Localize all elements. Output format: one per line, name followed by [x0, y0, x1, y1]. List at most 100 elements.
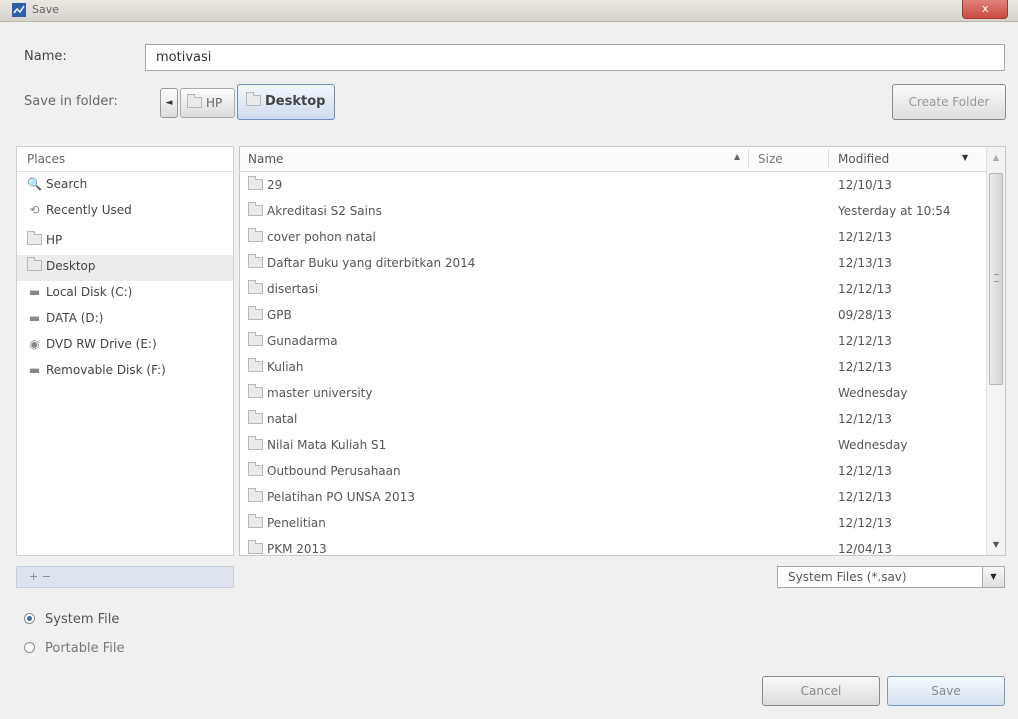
- name-label: Name:: [24, 49, 67, 64]
- file-row[interactable]: Nilai Mata Kuliah S1 Wednesday: [240, 433, 986, 459]
- left-arrow-icon: ◄: [165, 98, 173, 108]
- file-row[interactable]: Outbound Perusahaan 12/12/13: [240, 459, 986, 485]
- file-name-text: PKM 2013: [267, 542, 327, 556]
- file-name-text: disertasi: [267, 282, 319, 296]
- file-modified: 12/12/13: [838, 516, 892, 530]
- file-name: Outbound Perusahaan: [248, 462, 401, 478]
- place-label: Local Disk (C:): [46, 285, 133, 299]
- file-row[interactable]: master university Wednesday: [240, 381, 986, 407]
- file-row[interactable]: Akreditasi S2 Sains Yesterday at 10:54: [240, 199, 986, 225]
- place-label: Removable Disk (F:): [46, 363, 166, 377]
- create-folder-button[interactable]: Create Folder: [892, 84, 1006, 120]
- optical-drive-icon: ◉: [29, 337, 40, 351]
- file-row[interactable]: Gunadarma 12/12/13: [240, 329, 986, 355]
- places-add-remove-bar[interactable]: + −: [16, 566, 234, 588]
- file-name: Kuliah: [248, 358, 304, 374]
- sort-descending-icon: ▼: [962, 153, 969, 162]
- close-icon: x: [982, 2, 989, 15]
- file-name-text: Akreditasi S2 Sains: [267, 204, 382, 218]
- file-name-text: cover pohon natal: [267, 230, 376, 244]
- path-back-button[interactable]: ◄: [160, 88, 178, 118]
- radio-portable-file[interactable]: Portable File: [24, 641, 125, 661]
- close-button[interactable]: x: [962, 0, 1008, 19]
- folder-icon: [248, 358, 263, 372]
- folder-icon: [248, 228, 263, 242]
- folder-icon: [187, 94, 202, 108]
- place-item[interactable]: ▬ DATA (D:): [17, 307, 233, 333]
- folder-icon: [248, 384, 263, 398]
- folder-icon: [248, 202, 263, 216]
- breadcrumb-hp[interactable]: HP: [180, 88, 235, 118]
- place-item[interactable]: 🔍 Search: [17, 173, 233, 199]
- file-row[interactable]: 29 12/10/13: [240, 173, 986, 199]
- scroll-up-icon[interactable]: ▲: [987, 147, 1005, 169]
- save-in-folder-label: Save in folder:: [24, 94, 118, 109]
- place-label: HP: [46, 233, 63, 247]
- place-item[interactable]: ⟲ Recently Used: [17, 199, 233, 225]
- place-label: DVD RW Drive (E:): [46, 337, 157, 351]
- folder-icon: [248, 436, 263, 450]
- place-item[interactable]: ▬ Removable Disk (F:): [17, 359, 233, 385]
- vertical-scrollbar[interactable]: ▲ ▼: [986, 147, 1005, 555]
- radio-system-file[interactable]: System File: [24, 612, 119, 632]
- file-name: 29: [248, 176, 283, 192]
- column-modified[interactable]: Modified: [838, 152, 889, 166]
- file-name: PKM 2013: [248, 540, 327, 556]
- drive-icon: ▬: [28, 311, 41, 325]
- file-modified: 12/12/13: [838, 230, 892, 244]
- place-item[interactable]: ▬ Local Disk (C:): [17, 281, 233, 307]
- file-row[interactable]: PKM 2013 12/04/13: [240, 537, 986, 563]
- file-name: disertasi: [248, 280, 319, 296]
- place-item[interactable]: HP: [17, 229, 233, 255]
- save-button[interactable]: Save: [887, 676, 1005, 706]
- scroll-down-icon[interactable]: ▼: [987, 535, 1005, 555]
- file-list-panel: Name ▲ Size Modified ▼ 29 12/10/13 Akredit…: [239, 146, 1006, 556]
- radio-unchecked-icon[interactable]: [24, 642, 35, 653]
- file-name-text: Nilai Mata Kuliah S1: [267, 438, 387, 452]
- scroll-thumb[interactable]: [989, 173, 1003, 385]
- app-icon: [12, 3, 26, 17]
- file-row[interactable]: disertasi 12/12/13: [240, 277, 986, 303]
- column-name[interactable]: Name: [248, 152, 283, 166]
- cancel-button[interactable]: Cancel: [762, 676, 880, 706]
- folder-icon: [27, 257, 42, 273]
- place-label: DATA (D:): [46, 311, 104, 325]
- file-modified: 12/10/13: [838, 178, 892, 192]
- file-modified: 12/12/13: [838, 412, 892, 426]
- place-label: Desktop: [46, 259, 96, 273]
- place-item[interactable]: Desktop: [17, 255, 233, 281]
- folder-icon: [248, 280, 263, 294]
- file-name: master university: [248, 384, 373, 400]
- folder-icon: [248, 410, 263, 424]
- dropdown-arrow-icon[interactable]: ▼: [982, 567, 1004, 587]
- file-row[interactable]: GPB 09/28/13: [240, 303, 986, 329]
- file-row[interactable]: cover pohon natal 12/12/13: [240, 225, 986, 251]
- file-type-select[interactable]: System Files (*.sav) ▼: [777, 566, 1005, 588]
- file-row[interactable]: Penelitian 12/12/13: [240, 511, 986, 537]
- name-input[interactable]: [145, 44, 1005, 71]
- place-label: Search: [46, 177, 88, 191]
- places-header[interactable]: Places: [17, 147, 233, 172]
- file-modified: 12/12/13: [838, 464, 892, 478]
- file-modified: 12/12/13: [838, 334, 892, 348]
- file-name: Akreditasi S2 Sains: [248, 202, 382, 218]
- file-row[interactable]: natal 12/12/13: [240, 407, 986, 433]
- file-row[interactable]: Kuliah 12/12/13: [240, 355, 986, 381]
- file-name: Gunadarma: [248, 332, 338, 348]
- file-row[interactable]: Pelatihan PO UNSA 2013 12/12/13: [240, 485, 986, 511]
- folder-icon: [27, 231, 42, 247]
- file-row[interactable]: Daftar Buku yang diterbitkan 2014 12/13/1…: [240, 251, 986, 277]
- file-name-text: 29: [267, 178, 283, 192]
- add-remove-label[interactable]: + −: [29, 570, 51, 583]
- folder-icon: [248, 176, 263, 190]
- column-separator: [828, 149, 829, 169]
- column-size[interactable]: Size: [758, 152, 783, 166]
- file-type-value: System Files (*.sav): [788, 570, 907, 584]
- search-icon: 🔍: [27, 177, 42, 191]
- breadcrumb-desktop[interactable]: Desktop: [237, 84, 335, 120]
- radio-checked-icon[interactable]: [24, 613, 35, 624]
- recent-icon: ⟲: [29, 203, 40, 217]
- file-modified: 12/13/13: [838, 256, 892, 270]
- place-item[interactable]: ◉ DVD RW Drive (E:): [17, 333, 233, 359]
- folder-icon: [248, 488, 263, 502]
